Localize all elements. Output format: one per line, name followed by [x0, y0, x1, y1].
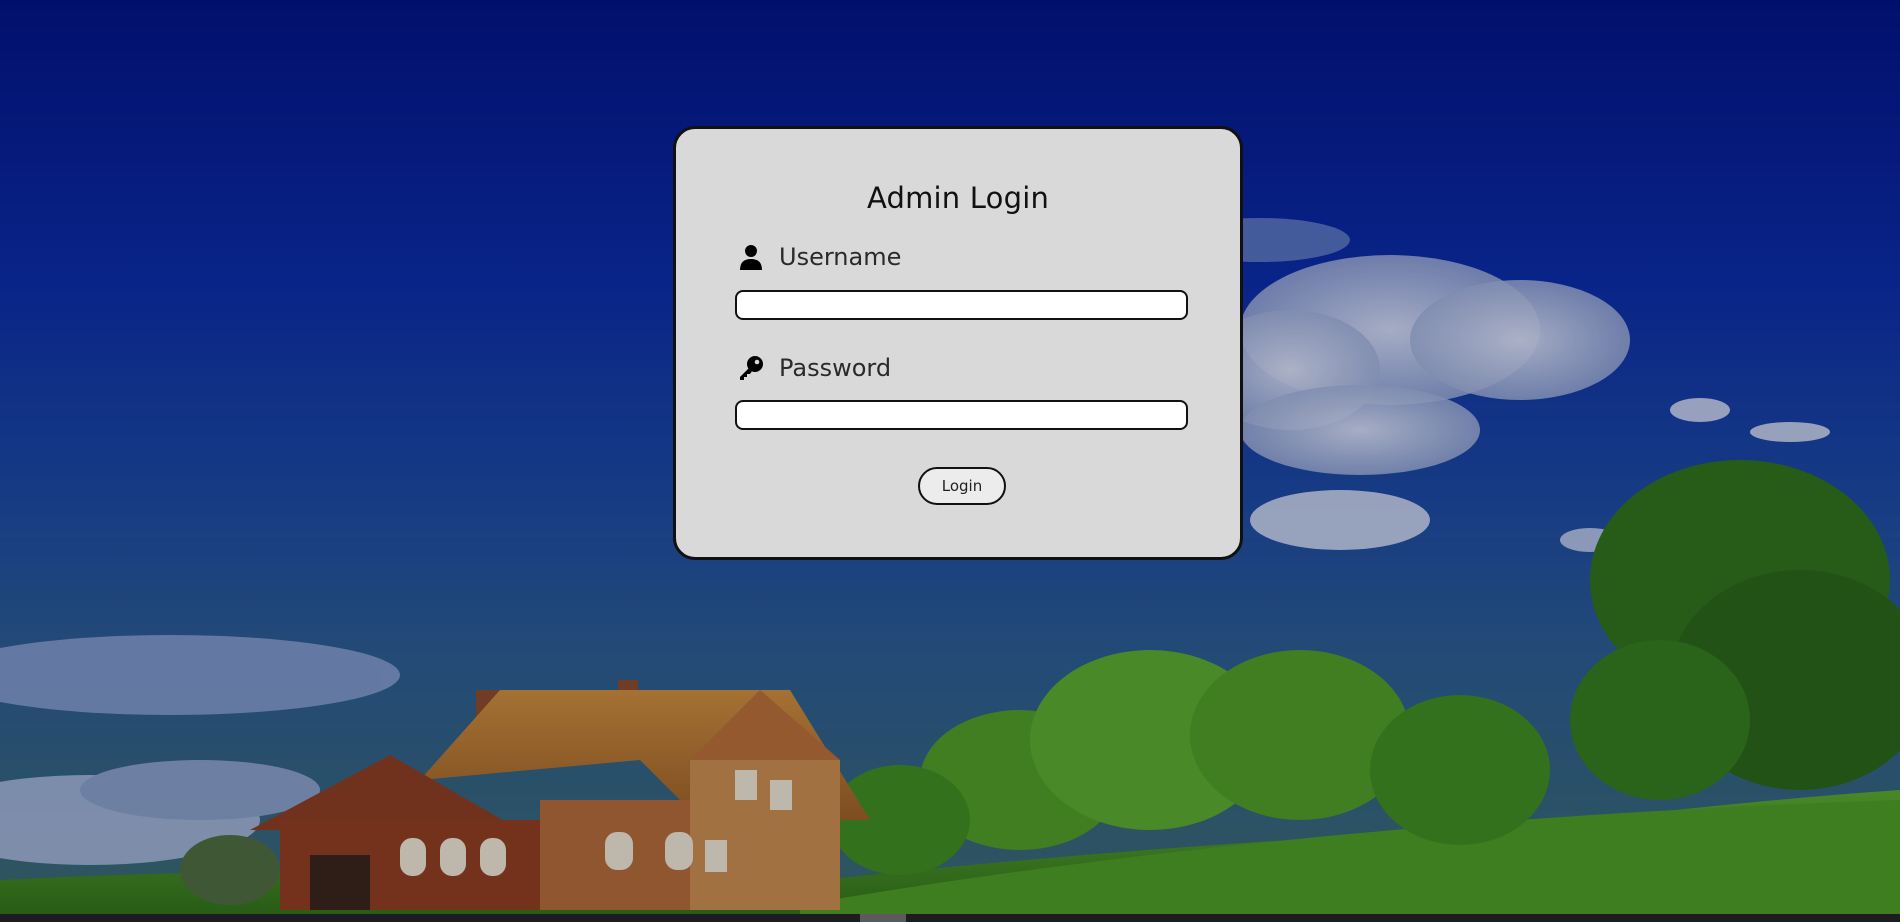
user-icon	[737, 243, 765, 271]
password-label-row: Password	[737, 352, 891, 384]
background-scene: Admin Login Username Password Login	[0, 0, 1900, 922]
key-icon	[737, 354, 765, 382]
login-button[interactable]: Login	[918, 467, 1006, 505]
password-label: Password	[779, 354, 892, 382]
password-input[interactable]	[735, 400, 1188, 430]
bottom-strip	[0, 914, 1900, 922]
bottom-strip-segment	[860, 914, 906, 922]
login-title: Admin Login	[866, 181, 1050, 215]
username-input[interactable]	[735, 290, 1188, 320]
login-card: Admin Login Username Password Login	[673, 126, 1243, 560]
username-label-row: Username	[737, 241, 901, 273]
username-label: Username	[779, 243, 902, 271]
